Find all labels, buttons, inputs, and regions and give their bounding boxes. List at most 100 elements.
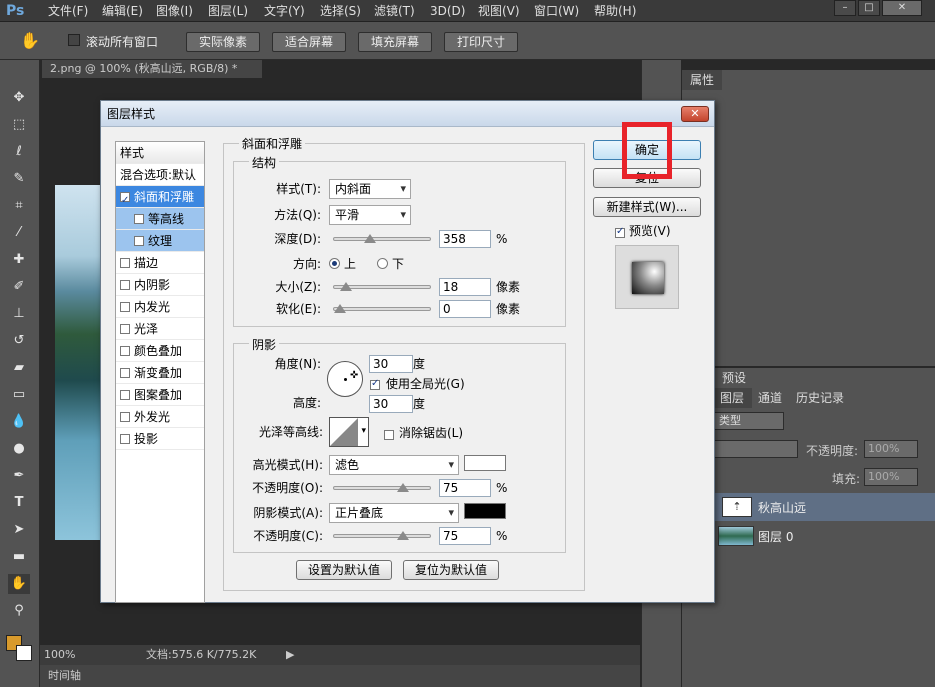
depth-input[interactable]: 358: [439, 230, 491, 248]
size-slider[interactable]: [333, 282, 431, 291]
menu-window[interactable]: 窗口(W): [534, 3, 579, 19]
highlight-opacity-slider[interactable]: [333, 483, 431, 492]
history-tab[interactable]: 历史记录: [788, 388, 852, 408]
reset-default-button[interactable]: 复位为默认值: [403, 560, 499, 580]
style-item-bevel[interactable]: 斜面和浮雕: [116, 186, 204, 212]
preview-checkbox[interactable]: [615, 226, 625, 240]
healing-tool-icon[interactable]: ✚: [8, 250, 30, 270]
crop-tool-icon[interactable]: ⌗: [8, 196, 30, 216]
blend-mode-select[interactable]: [712, 440, 798, 458]
style-item-contour[interactable]: 等高线: [116, 208, 204, 230]
gloss-contour-picker[interactable]: ▾: [329, 417, 369, 447]
style-item-drop-shadow[interactable]: 投影: [116, 428, 204, 450]
highlight-opacity-thumb[interactable]: [397, 483, 409, 492]
eraser-tool-icon[interactable]: ▰: [8, 358, 30, 378]
shadow-opacity-thumb[interactable]: [397, 531, 409, 540]
make-default-button[interactable]: 设置为默认值: [296, 560, 392, 580]
gradient-overlay-checkbox[interactable]: [120, 368, 130, 378]
background-color-swatch[interactable]: [16, 645, 32, 661]
new-style-button[interactable]: 新建样式(W)...: [593, 197, 701, 217]
size-input[interactable]: 18: [439, 278, 491, 296]
direction-down-radio[interactable]: [377, 257, 388, 271]
inner-shadow-checkbox[interactable]: [120, 280, 130, 290]
bevel-checkbox[interactable]: [120, 190, 130, 212]
styles-header[interactable]: 样式: [116, 142, 204, 164]
layer-row[interactable]: 图层 0: [712, 522, 935, 550]
scroll-all-checkbox[interactable]: [68, 34, 80, 46]
dodge-tool-icon[interactable]: ●: [8, 439, 30, 459]
menu-layer[interactable]: 图层(L): [208, 3, 248, 19]
print-size-button[interactable]: 打印尺寸: [444, 32, 518, 52]
technique-select[interactable]: 平滑: [329, 205, 411, 225]
menu-help[interactable]: 帮助(H): [594, 3, 636, 19]
menu-type[interactable]: 文字(Y): [264, 3, 305, 19]
size-slider-thumb[interactable]: [340, 282, 353, 291]
gradient-tool-icon[interactable]: ▭: [8, 385, 30, 405]
soften-slider[interactable]: [333, 304, 431, 313]
shadow-opacity-slider[interactable]: [333, 531, 431, 540]
blur-tool-icon[interactable]: 💧: [8, 412, 30, 432]
menu-edit[interactable]: 编辑(E): [102, 3, 143, 19]
zoom-level[interactable]: 100%: [44, 645, 75, 665]
shape-tool-icon[interactable]: ▬: [8, 547, 30, 567]
direction-up-radio[interactable]: [329, 257, 340, 271]
brush-tool-icon[interactable]: ✐: [8, 277, 30, 297]
menu-filter[interactable]: 滤镜(T): [374, 3, 415, 19]
soften-input[interactable]: 0: [439, 300, 491, 318]
type-tool-icon[interactable]: T: [8, 493, 30, 513]
document-tab[interactable]: 2.png @ 100% (秋高山远, RGB/8) *: [42, 60, 262, 78]
global-light-checkbox[interactable]: [370, 378, 380, 392]
pen-tool-icon[interactable]: ✒: [8, 466, 30, 486]
menu-file[interactable]: 文件(F): [48, 3, 88, 19]
minimize-button[interactable]: –: [834, 0, 856, 16]
style-item-stroke[interactable]: 描边: [116, 252, 204, 274]
blend-options-item[interactable]: 混合选项:默认: [116, 164, 204, 186]
style-item-color-overlay[interactable]: 颜色叠加: [116, 340, 204, 362]
pattern-overlay-checkbox[interactable]: [120, 390, 130, 400]
properties-tab[interactable]: 属性: [682, 70, 723, 90]
angle-input[interactable]: 30: [369, 355, 413, 373]
maximize-button[interactable]: □: [858, 0, 880, 16]
channels-tab[interactable]: 通道: [750, 388, 790, 408]
history-brush-icon[interactable]: ↺: [8, 331, 30, 351]
fit-screen-button[interactable]: 适合屏幕: [272, 32, 346, 52]
depth-slider-thumb[interactable]: [364, 234, 377, 243]
dialog-close-button[interactable]: ✕: [681, 106, 709, 122]
shadow-opacity-input[interactable]: 75: [439, 527, 491, 545]
eyedropper-tool-icon[interactable]: ⁄: [8, 223, 30, 243]
soften-slider-thumb[interactable]: [334, 304, 346, 313]
menu-image[interactable]: 图像(I): [156, 3, 193, 19]
fill-input[interactable]: 100%: [864, 468, 918, 486]
shadow-color-swatch[interactable]: [464, 503, 506, 519]
actual-pixels-button[interactable]: 实际像素: [186, 32, 260, 52]
timeline-tab[interactable]: 时间轴: [40, 665, 640, 687]
style-item-pattern-overlay[interactable]: 图案叠加: [116, 384, 204, 406]
highlight-color-swatch[interactable]: [464, 455, 506, 471]
style-item-inner-shadow[interactable]: 内阴影: [116, 274, 204, 296]
play-icon[interactable]: ▶: [286, 645, 294, 665]
opacity-input[interactable]: 100%: [864, 440, 918, 458]
menu-3d[interactable]: 3D(D): [430, 3, 465, 19]
outer-glow-checkbox[interactable]: [120, 412, 130, 422]
layer-row-selected[interactable]: ⇡ 秋高山远: [712, 493, 935, 521]
lasso-tool-icon[interactable]: ℓ: [8, 142, 30, 162]
layers-tab[interactable]: 图层: [712, 388, 753, 408]
window-close-button[interactable]: ✕: [882, 0, 922, 16]
move-tool-icon[interactable]: ✥: [8, 88, 30, 108]
style-item-outer-glow[interactable]: 外发光: [116, 406, 204, 428]
menu-select[interactable]: 选择(S): [320, 3, 361, 19]
depth-slider[interactable]: [333, 234, 431, 243]
menu-view[interactable]: 视图(V): [478, 3, 520, 19]
style-item-texture[interactable]: 纹理: [116, 230, 204, 252]
bevel-style-select[interactable]: 内斜面: [329, 179, 411, 199]
angle-dial[interactable]: ✜: [327, 361, 363, 397]
stamp-tool-icon[interactable]: ⊥: [8, 304, 30, 324]
contour-checkbox[interactable]: [134, 214, 144, 224]
stroke-checkbox[interactable]: [120, 258, 130, 268]
style-item-inner-glow[interactable]: 内发光: [116, 296, 204, 318]
drop-shadow-checkbox[interactable]: [120, 434, 130, 444]
style-item-gradient-overlay[interactable]: 渐变叠加: [116, 362, 204, 384]
path-select-tool-icon[interactable]: ➤: [8, 520, 30, 540]
highlight-opacity-input[interactable]: 75: [439, 479, 491, 497]
hand-tool-icon[interactable]: ✋: [8, 574, 30, 594]
